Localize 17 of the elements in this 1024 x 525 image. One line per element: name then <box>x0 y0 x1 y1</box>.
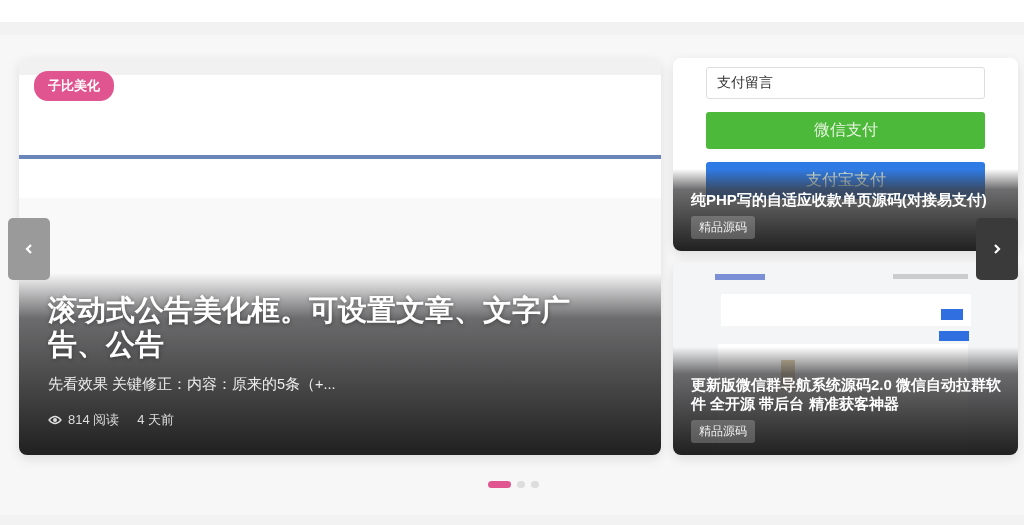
post-excerpt: 先看效果 关键修正：内容：原来的5条（+... <box>48 375 337 394</box>
featured-post-card[interactable]: 子比美化 滚动式公告美化框。可设置文章、文字广告、公告 先看效果 关键修正：内容：原来的5条（+... 814 阅读 4 天前 <box>19 58 661 455</box>
payment-button: 微信支付 <box>706 112 985 149</box>
eye-icon <box>48 415 62 425</box>
category-tag[interactable]: 精品源码 <box>691 420 755 443</box>
previous-button[interactable] <box>8 218 50 280</box>
post-time: 4 天前 <box>137 411 175 429</box>
category-tag[interactable]: 子比美化 <box>34 71 114 101</box>
message-field: 支付留言 <box>706 67 985 99</box>
post-title[interactable]: 更新版微信群导航系统源码2.0 微信自动拉群软件 全开源 带后台 精准获客神器 <box>691 375 1004 413</box>
post-card[interactable]: 更新版微信群导航系统源码2.0 微信自动拉群软件 全开源 带后台 精准获客神器 精品源码 <box>673 262 1018 455</box>
view-count: 814 阅读 <box>68 411 120 429</box>
next-button[interactable] <box>976 218 1018 280</box>
post-title[interactable]: 滚动式公告美化框。可设置文章、文字广告、公告 <box>48 293 633 361</box>
chevron-left-icon <box>25 244 33 254</box>
chevron-right-icon <box>993 244 1001 254</box>
category-tag[interactable]: 精品源码 <box>691 216 755 239</box>
